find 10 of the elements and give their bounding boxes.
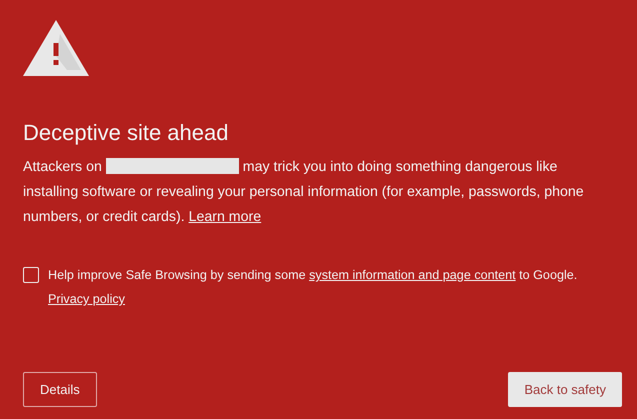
privacy-policy-link[interactable]: Privacy policy xyxy=(48,292,125,306)
system-info-link[interactable]: system information and page content xyxy=(309,268,516,282)
warning-message: Attackers on may trick you into doing something dangerous like installing software or revealing your personal information (for example, passwords, phone numbers, or credit cards). Learn more xyxy=(23,157,585,227)
report-label: Help improve Safe Browsing by sending some system information and page content to Google. xyxy=(48,267,578,283)
learn-more-link[interactable]: Learn more xyxy=(188,209,262,225)
back-to-safety-button[interactable]: Back to safety xyxy=(508,372,622,407)
report-checkbox[interactable] xyxy=(23,267,39,283)
page-heading: Deceptive site ahead xyxy=(23,119,230,147)
details-button[interactable]: Details xyxy=(23,372,97,407)
warning-icon xyxy=(23,20,89,76)
